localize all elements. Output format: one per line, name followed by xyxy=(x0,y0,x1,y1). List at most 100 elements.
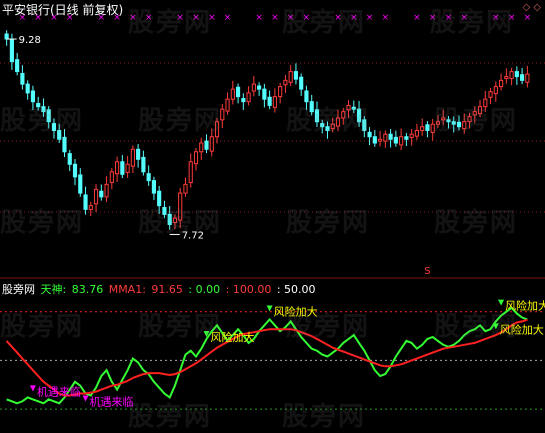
candle-body xyxy=(477,106,483,115)
candle-body xyxy=(178,192,183,221)
candle-body xyxy=(362,119,367,131)
candle-body xyxy=(151,180,156,194)
signal-marker: × xyxy=(445,13,453,23)
candle-body xyxy=(520,74,525,81)
signal-marker: × xyxy=(224,13,232,23)
candle-body xyxy=(235,86,241,98)
candle-body xyxy=(141,156,146,173)
signal-marker: × xyxy=(303,13,311,23)
candle-body xyxy=(335,117,341,127)
candle-body xyxy=(278,86,283,98)
signal-marker: × xyxy=(382,13,390,23)
candle-body xyxy=(346,104,351,111)
indicator-signal-label: 风险加大 xyxy=(274,304,318,318)
candle-body xyxy=(372,136,377,144)
hundred-line-value: : 100.00 xyxy=(225,283,272,296)
candle-body xyxy=(472,111,477,116)
candle-body xyxy=(188,161,193,183)
candle-body xyxy=(393,136,398,144)
candle-body xyxy=(204,140,209,150)
candle-body xyxy=(288,71,293,83)
candle-body xyxy=(456,121,462,128)
candle-body xyxy=(183,183,188,194)
candle-body xyxy=(104,183,109,198)
candle-body xyxy=(283,79,288,86)
sell-signal: S xyxy=(424,266,430,277)
candle-body xyxy=(399,136,404,146)
signal-marker: × xyxy=(508,13,516,23)
signal-marker: × xyxy=(208,13,216,23)
mma1-label: MMA1: xyxy=(108,283,150,296)
mma1-value: 91.65 xyxy=(151,283,183,296)
candle-body xyxy=(420,126,425,131)
candle-body xyxy=(383,133,388,142)
candle-body xyxy=(157,190,162,207)
indicator-signal-label: 风险加大 xyxy=(500,322,544,336)
tianshen-line xyxy=(6,306,528,405)
candle-body xyxy=(109,171,114,183)
candle-body xyxy=(136,148,141,160)
candle-body xyxy=(120,161,125,175)
window-controls[interactable]: ◇ ◇ xyxy=(522,2,541,13)
tianshen-value: 83.76 xyxy=(71,283,104,296)
signal-marker: × xyxy=(287,13,295,23)
price-extreme-label: 7.72 xyxy=(182,230,204,241)
candle-body xyxy=(20,72,25,85)
signal-marker: × xyxy=(192,13,200,23)
candle-body xyxy=(115,161,120,175)
indicator-readout: 股旁网 天神: 83.76 MMA1: 91.65 : 0.00 : 100.0… xyxy=(2,281,318,297)
candle-body xyxy=(293,71,299,80)
candle-body xyxy=(320,123,325,128)
candle-body xyxy=(130,148,135,167)
candle-body xyxy=(83,194,88,210)
indicator-signal-label: 风险加大 xyxy=(505,299,545,313)
candle-body xyxy=(193,151,199,165)
kline-chart[interactable]: × × × × × × × × × × × × × × × × × × × × × × × × × × × 9.287.72S机遇来… xyxy=(0,0,545,423)
candle-body xyxy=(504,76,509,79)
candle-body xyxy=(209,136,214,152)
candle-body xyxy=(309,101,314,113)
candle-body xyxy=(409,133,414,138)
candle-body xyxy=(272,96,277,108)
candle-body xyxy=(30,90,36,103)
candle-body xyxy=(299,76,304,90)
candle-body xyxy=(67,153,72,165)
signal-marker: × xyxy=(255,13,263,23)
indicator-source[interactable]: 股旁网 xyxy=(2,283,35,296)
signal-marker: × xyxy=(350,13,358,23)
candle-body xyxy=(425,124,430,131)
candle-body xyxy=(341,111,346,119)
candle-body xyxy=(225,98,230,112)
candle-body xyxy=(214,121,220,138)
candle-body xyxy=(172,217,178,224)
signal-marker: × xyxy=(129,13,137,23)
candle-body xyxy=(15,59,20,73)
signal-arrow xyxy=(266,305,273,312)
candle-body xyxy=(483,98,488,108)
candle-body xyxy=(304,90,309,103)
candle-body xyxy=(146,173,151,182)
candle-body xyxy=(199,142,204,153)
candle-body xyxy=(36,103,41,108)
candle-body xyxy=(325,126,330,131)
candle-body xyxy=(388,133,393,140)
grid-lines xyxy=(0,62,545,410)
signal-marker: × xyxy=(176,13,184,23)
candle-body xyxy=(4,33,9,40)
candle-body xyxy=(367,131,372,138)
signal-arrow xyxy=(29,385,36,392)
candle-body xyxy=(451,121,456,125)
indicator-signal-label: 机遇来临 xyxy=(90,395,134,409)
fifty-line-value: : 50.00 xyxy=(276,283,316,296)
candle-body xyxy=(378,138,383,142)
signal-marker: × xyxy=(145,13,153,23)
candle-body xyxy=(246,92,251,103)
candle-body xyxy=(509,71,514,79)
candle-body xyxy=(462,121,467,130)
chart-title: 平安银行(日线 前复权) xyxy=(2,3,124,17)
candle-body xyxy=(125,163,130,173)
indicator-signal-label: 风险加大 xyxy=(211,330,255,344)
indicator-signal-label: 机遇来临 xyxy=(37,384,81,398)
candle-body xyxy=(230,88,235,100)
signal-marker: × xyxy=(429,13,437,23)
